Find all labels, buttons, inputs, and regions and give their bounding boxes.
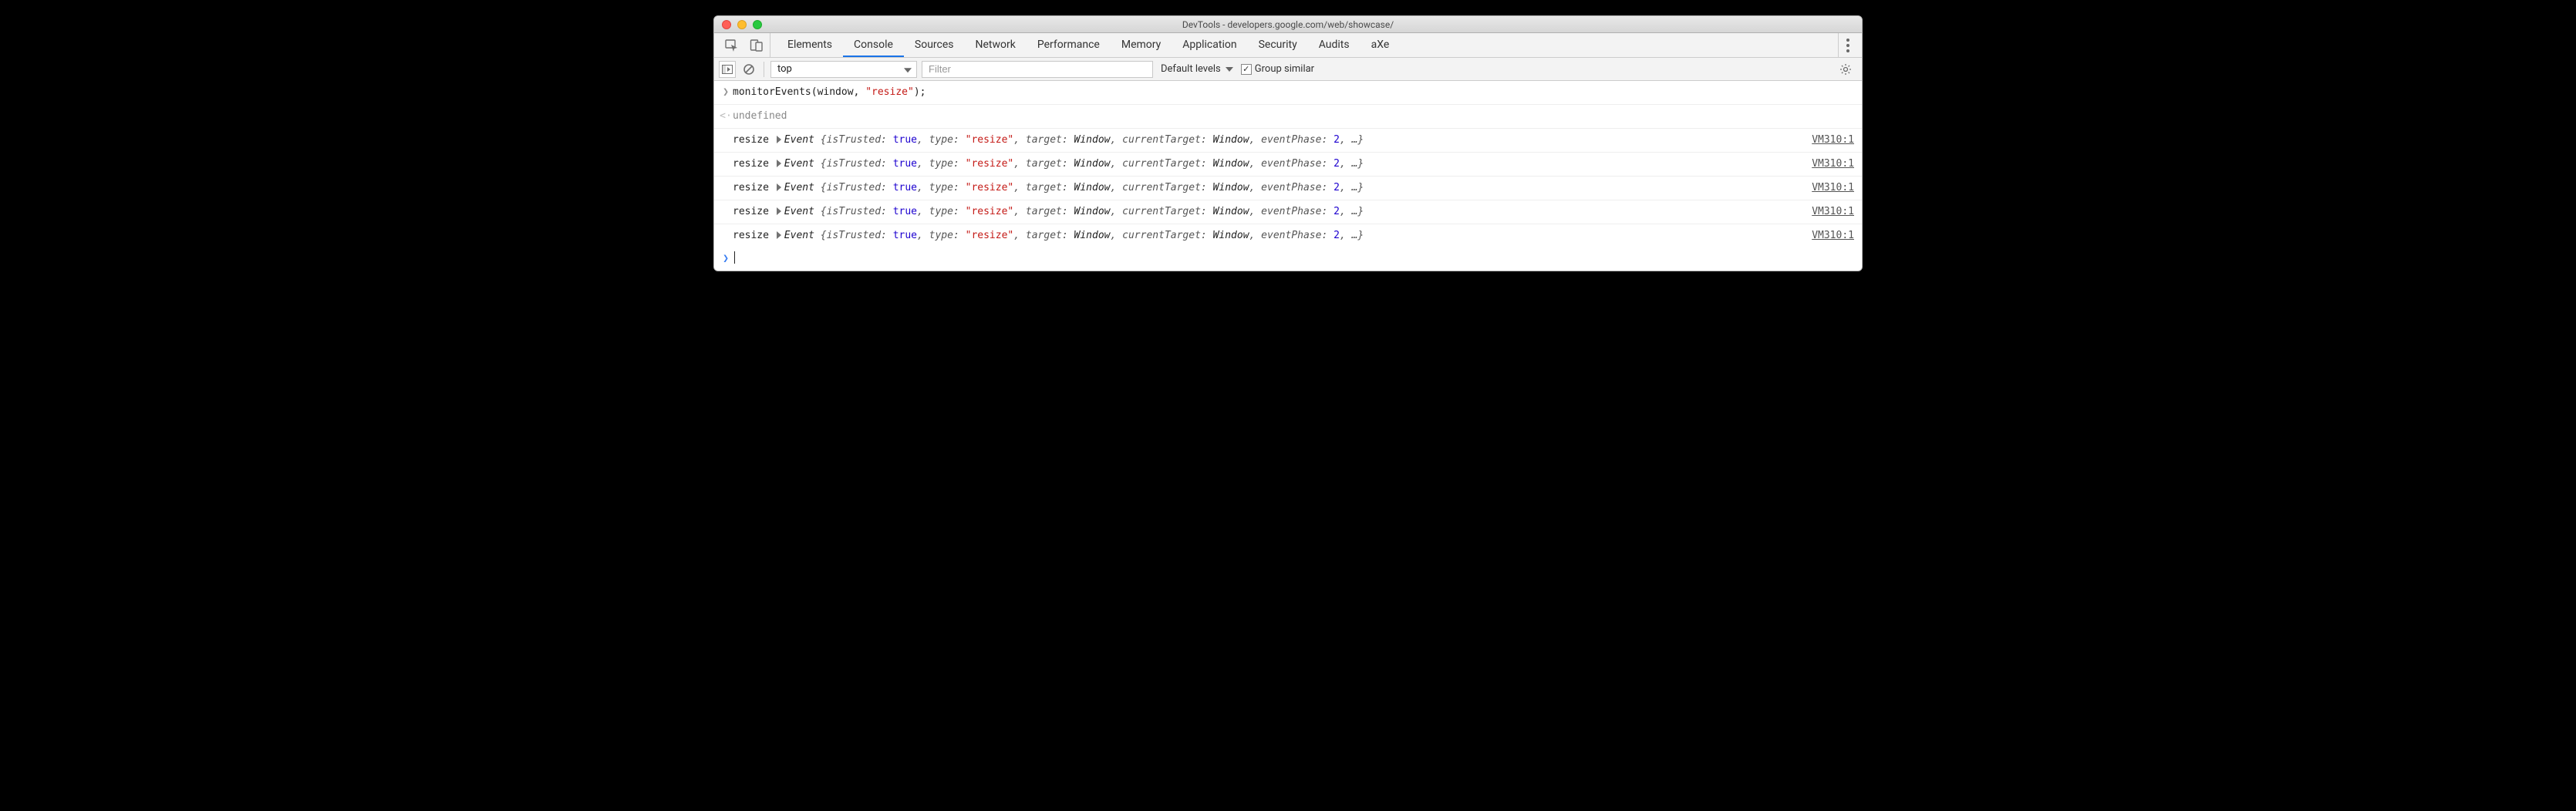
event-class: Event: [784, 230, 814, 241]
event-name: resize: [733, 230, 769, 241]
close-icon[interactable]: [722, 20, 731, 29]
event-props: {isTrusted:: [814, 182, 893, 193]
filter-input[interactable]: [922, 61, 1153, 78]
log-message[interactable]: resize Event {isTrusted: true, type: "re…: [733, 180, 1804, 197]
log-message[interactable]: resize Event {isTrusted: true, type: "re…: [733, 156, 1804, 173]
console-output: ❯ monitorEvents(window, "resize"); <· un…: [714, 81, 1862, 271]
input-chevron-icon: ❯: [719, 84, 733, 101]
tab-audits[interactable]: Audits: [1308, 33, 1360, 57]
log-message[interactable]: resize Event {isTrusted: true, type: "re…: [733, 227, 1804, 244]
prompt-input[interactable]: [733, 251, 1854, 268]
inspect-tools: [719, 33, 770, 57]
tab-axe[interactable]: aXe: [1360, 33, 1401, 57]
more-menu[interactable]: [1838, 33, 1857, 57]
execution-context-select[interactable]: top: [770, 61, 917, 78]
source-link[interactable]: VM310:1: [1812, 156, 1854, 173]
tab-memory[interactable]: Memory: [1111, 33, 1172, 57]
event-name: resize: [733, 182, 769, 193]
console-log-row: resize Event {isTrusted: true, type: "re…: [714, 224, 1862, 247]
console-log-row: resize Event {isTrusted: true, type: "re…: [714, 200, 1862, 224]
console-log-row: resize Event {isTrusted: true, type: "re…: [714, 177, 1862, 200]
source-link[interactable]: VM310:1: [1812, 204, 1854, 220]
return-chevron-icon: <·: [719, 108, 733, 125]
tab-sources[interactable]: Sources: [904, 33, 965, 57]
maximize-icon[interactable]: [753, 20, 762, 29]
prompt-chevron-icon: ❯: [719, 251, 733, 268]
titlebar: DevTools - developers.google.com/web/sho…: [714, 16, 1862, 33]
log-levels-select[interactable]: Default levels: [1158, 63, 1236, 75]
event-props: {isTrusted:: [814, 134, 893, 146]
expand-icon[interactable]: [777, 136, 781, 143]
expand-icon[interactable]: [777, 231, 781, 239]
event-props: {isTrusted:: [814, 230, 893, 241]
code-args-prefix: (window,: [811, 86, 865, 98]
minimize-icon[interactable]: [737, 20, 747, 29]
device-toolbar-icon[interactable]: [750, 39, 764, 52]
event-props: {isTrusted:: [814, 158, 893, 170]
log-message[interactable]: resize Event {isTrusted: true, type: "re…: [733, 204, 1804, 220]
context-value: top: [777, 63, 792, 75]
console-log-row: resize Event {isTrusted: true, type: "re…: [714, 153, 1862, 177]
source-link[interactable]: VM310:1: [1812, 132, 1854, 149]
tab-application[interactable]: Application: [1172, 33, 1247, 57]
toggle-sidebar-icon[interactable]: [719, 61, 736, 78]
clear-console-icon[interactable]: [740, 61, 757, 78]
code-args-suffix: );: [914, 86, 926, 98]
checkbox-icon: ✓: [1241, 64, 1252, 75]
return-value: undefined: [733, 108, 1854, 125]
source-link[interactable]: VM310:1: [1812, 227, 1854, 244]
kebab-icon: [1846, 39, 1849, 52]
event-class: Event: [784, 134, 814, 146]
group-similar-toggle[interactable]: ✓ Group similar: [1241, 63, 1314, 75]
tab-performance[interactable]: Performance: [1027, 33, 1111, 57]
code-args-string: "resize": [865, 86, 914, 98]
console-log-row: resize Event {isTrusted: true, type: "re…: [714, 129, 1862, 153]
devtools-window: DevTools - developers.google.com/web/sho…: [713, 15, 1863, 271]
toolbar-right: [1837, 61, 1857, 78]
code-func: monitorEvents: [733, 86, 811, 98]
tab-console[interactable]: Console: [843, 33, 904, 57]
expand-icon[interactable]: [777, 183, 781, 191]
event-name: resize: [733, 206, 769, 217]
console-return-value: <· undefined: [714, 105, 1862, 129]
event-props: {isTrusted:: [814, 206, 893, 217]
console-input-echo: ❯ monitorEvents(window, "resize");: [714, 81, 1862, 105]
traffic-lights: [714, 20, 762, 29]
event-name: resize: [733, 134, 769, 146]
expand-icon[interactable]: [777, 207, 781, 215]
inspect-element-icon[interactable]: [725, 39, 739, 52]
console-prompt[interactable]: ❯: [714, 247, 1862, 271]
tab-network[interactable]: Network: [965, 33, 1027, 57]
main-tabs: ElementsConsoleSourcesNetworkPerformance…: [777, 33, 1400, 57]
event-class: Event: [784, 158, 814, 170]
window-title: DevTools - developers.google.com/web/sho…: [714, 19, 1862, 30]
group-similar-label: Group similar: [1255, 63, 1314, 75]
event-class: Event: [784, 182, 814, 193]
tab-elements[interactable]: Elements: [777, 33, 843, 57]
event-name: resize: [733, 158, 769, 170]
expand-icon[interactable]: [777, 160, 781, 167]
source-link[interactable]: VM310:1: [1812, 180, 1854, 197]
cursor: [734, 251, 735, 264]
event-class: Event: [784, 206, 814, 217]
levels-label: Default levels: [1161, 63, 1221, 75]
console-toolbar: top Default levels ✓ Group similar: [714, 58, 1862, 81]
tab-security[interactable]: Security: [1248, 33, 1308, 57]
input-code: monitorEvents(window, "resize");: [733, 84, 1854, 101]
log-message[interactable]: resize Event {isTrusted: true, type: "re…: [733, 132, 1804, 149]
main-tabs-bar: ElementsConsoleSourcesNetworkPerformance…: [714, 33, 1862, 58]
settings-icon[interactable]: [1837, 61, 1854, 78]
